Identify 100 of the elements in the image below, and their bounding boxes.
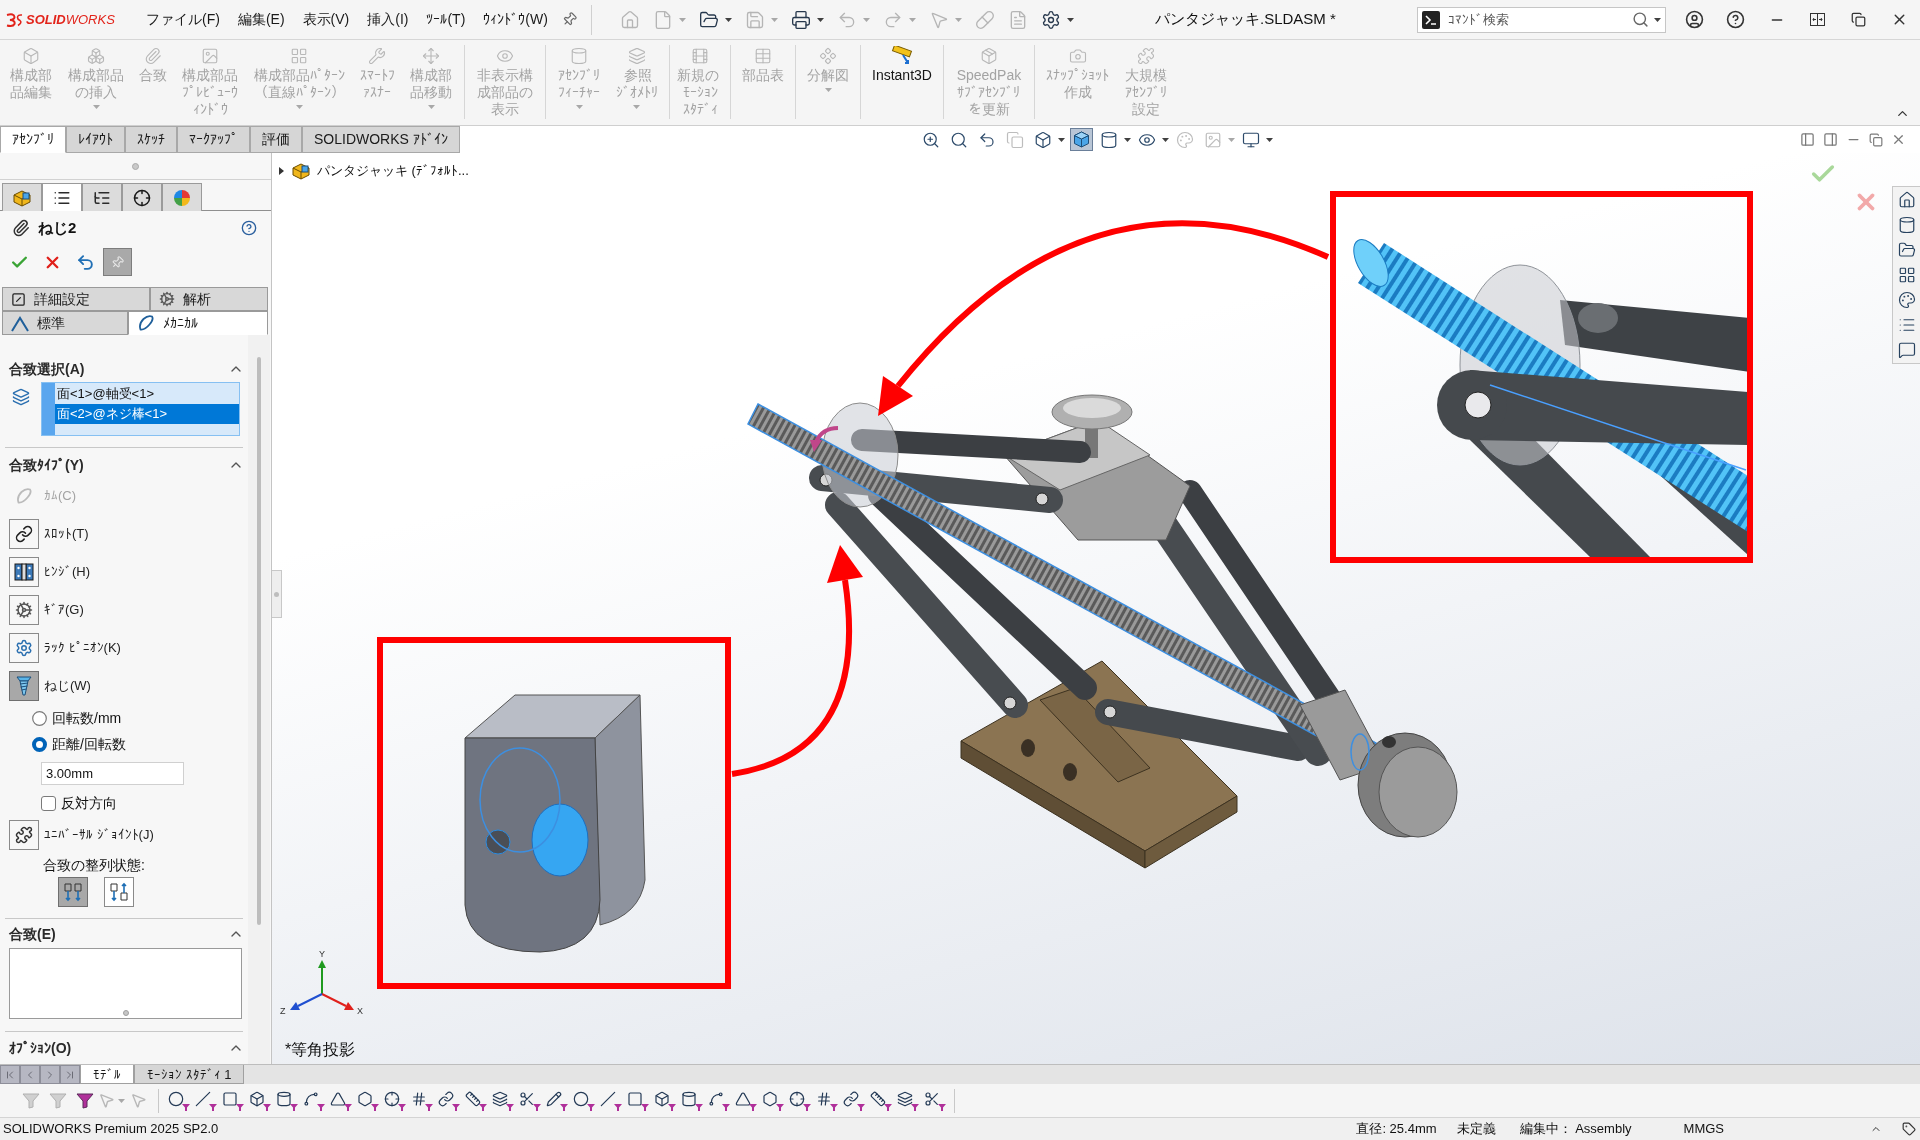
section-title[interactable]: 合致ﾀｲﾌﾟ(Y) [9,454,84,476]
dropdown-caret-icon[interactable] [1066,17,1074,22]
alignment-button[interactable] [104,877,134,907]
list-item[interactable]: 面<1>@軸受<1> [55,384,239,404]
ruler-filter-icon[interactable] [869,1090,892,1111]
link-filter-icon[interactable] [437,1090,460,1111]
bottom-tab[interactable]: ﾓｰｼｮﾝ ｽﾀﾃﾞｨ 1 [134,1065,245,1084]
scissors-filter-icon[interactable] [518,1090,541,1111]
resize-grip-icon[interactable] [122,1010,129,1016]
dropdown-caret-icon[interactable] [724,17,732,22]
command-search-field[interactable]: ｺﾏﾝﾄﾞ検索 [1417,6,1666,33]
radio-button[interactable] [32,710,47,726]
crosshair-filter-icon[interactable] [788,1090,811,1111]
hexagon-filter-icon[interactable] [761,1090,784,1111]
help-icon[interactable] [241,220,257,236]
menu-item[interactable]: ｳｨﾝﾄﾞｳ(W) [477,6,554,33]
ribbon-button[interactable]: Instant3D [867,45,937,125]
dropdown-caret-icon[interactable] [1265,137,1273,142]
command-tab[interactable]: ﾏｰｸｱｯﾌﾟ [177,126,250,153]
option-tab[interactable]: 解析 [150,287,268,311]
expand-triangle-icon[interactable] [278,166,285,175]
dropdown-caret-icon[interactable] [1057,137,1065,142]
grid-icon[interactable] [1897,266,1916,284]
section-title[interactable]: 合致選択(A) [9,358,85,380]
cube-filter-icon[interactable] [248,1090,271,1111]
mate-type-button[interactable] [9,557,39,587]
command-tab[interactable]: ｽｹｯﾁ [125,126,177,153]
command-tab[interactable]: 評価 [250,126,302,153]
user-icon[interactable] [1685,10,1704,29]
layers-filter-icon[interactable] [896,1090,919,1111]
circle-filter-icon[interactable] [167,1090,190,1111]
selection-list[interactable]: 面<1>@軸受<1> 面<2>@ネジ棒<1> [41,382,240,436]
cylinder-icon[interactable] [1897,216,1916,234]
command-tab[interactable]: ｱｾﾝﾌﾞﾘ [0,126,66,153]
scissors-filter-icon[interactable] [923,1090,946,1111]
mate-type-button[interactable] [9,820,39,850]
section-title[interactable]: 合致(E) [9,923,56,945]
shaded-cube-icon[interactable] [1069,128,1093,151]
hexagon-filter-icon[interactable] [356,1090,379,1111]
section-title[interactable]: ｵﾌﾟｼｮﾝ(O) [9,1037,72,1059]
panel-tab[interactable] [122,183,162,211]
restore-icon[interactable] [1851,12,1866,27]
list-item[interactable]: 面<2>@ネジ棒<1> [55,404,239,424]
menu-item[interactable]: ファイル(F) [140,6,226,33]
panel-left-icon[interactable] [1800,132,1815,147]
option-tab[interactable]: 標準 [2,311,128,335]
undo-icon[interactable] [76,252,95,272]
chat-icon[interactable] [1897,341,1916,359]
checkbox[interactable] [41,795,56,811]
dropdown-caret-icon[interactable] [1654,17,1661,22]
command-tab[interactable]: SOLIDWORKS ｱﾄﾞｲﾝ [302,126,460,153]
hash-filter-icon[interactable] [410,1090,433,1111]
panel-tab[interactable] [82,183,122,211]
cylinder-filter-icon[interactable] [680,1090,703,1111]
hash-filter-icon[interactable] [815,1090,838,1111]
cube-filter-icon[interactable] [653,1090,676,1111]
option-tab[interactable]: ﾒｶﾆｶﾙ [128,311,268,335]
command-tab[interactable]: ﾚｲｱｳﾄ [66,126,125,153]
triangle-filter-icon[interactable] [734,1090,757,1111]
panel-collapse-handle[interactable] [272,570,282,618]
link-filter-icon[interactable] [842,1090,865,1111]
crosshair-filter-icon[interactable] [383,1090,406,1111]
menu-item[interactable]: 挿入(I) [361,6,415,33]
palette-icon[interactable] [1897,291,1916,309]
option-tab[interactable]: 詳細設定 [2,287,150,311]
mate-type-button[interactable] [9,519,39,549]
splitter-grip-icon[interactable] [132,162,139,170]
circle-filter-icon[interactable] [572,1090,595,1111]
list-icon[interactable] [1897,316,1916,334]
dropdown-caret-icon[interactable] [1123,137,1131,142]
funnel-icon[interactable] [75,1092,94,1109]
pin-button[interactable] [103,248,132,276]
search-icon[interactable] [1632,10,1649,28]
curve-filter-icon[interactable] [302,1090,325,1111]
panel-tab[interactable] [42,183,82,211]
curve-filter-icon[interactable] [707,1090,730,1111]
ruler-filter-icon[interactable] [464,1090,487,1111]
square-filter-icon[interactable] [626,1090,649,1111]
folder-open-icon[interactable] [698,9,719,30]
mate-type-button[interactable] [9,595,39,625]
bottom-tab[interactable]: ﾓﾃﾞﾙ [80,1065,134,1084]
gear-icon[interactable] [1040,9,1061,30]
panel-right-icon[interactable] [1823,132,1838,147]
square-filter-icon[interactable] [221,1090,244,1111]
triangle-filter-icon[interactable] [329,1090,352,1111]
layers-filter-icon[interactable] [491,1090,514,1111]
menu-item[interactable]: ﾂｰﾙ(T) [420,6,472,33]
radio-button[interactable] [32,736,47,752]
dropdown-caret-icon[interactable] [1161,137,1169,142]
cylinder-filter-icon[interactable] [275,1090,298,1111]
menu-item[interactable]: 表示(V) [296,6,356,33]
menu-item[interactable]: 編集(E) [231,6,291,33]
pitch-input[interactable]: 3.00mm [41,762,184,785]
line-filter-icon[interactable] [194,1090,217,1111]
tree-item-label[interactable]: パンタジャッキ (ﾃﾞﾌｫﾙﾄ... [317,161,469,181]
tag-icon[interactable] [1902,1122,1916,1136]
dropdown-caret-icon[interactable] [816,17,824,22]
split-window-icon[interactable] [1810,13,1825,26]
line-filter-icon[interactable] [599,1090,622,1111]
mates-list[interactable] [9,948,242,1019]
